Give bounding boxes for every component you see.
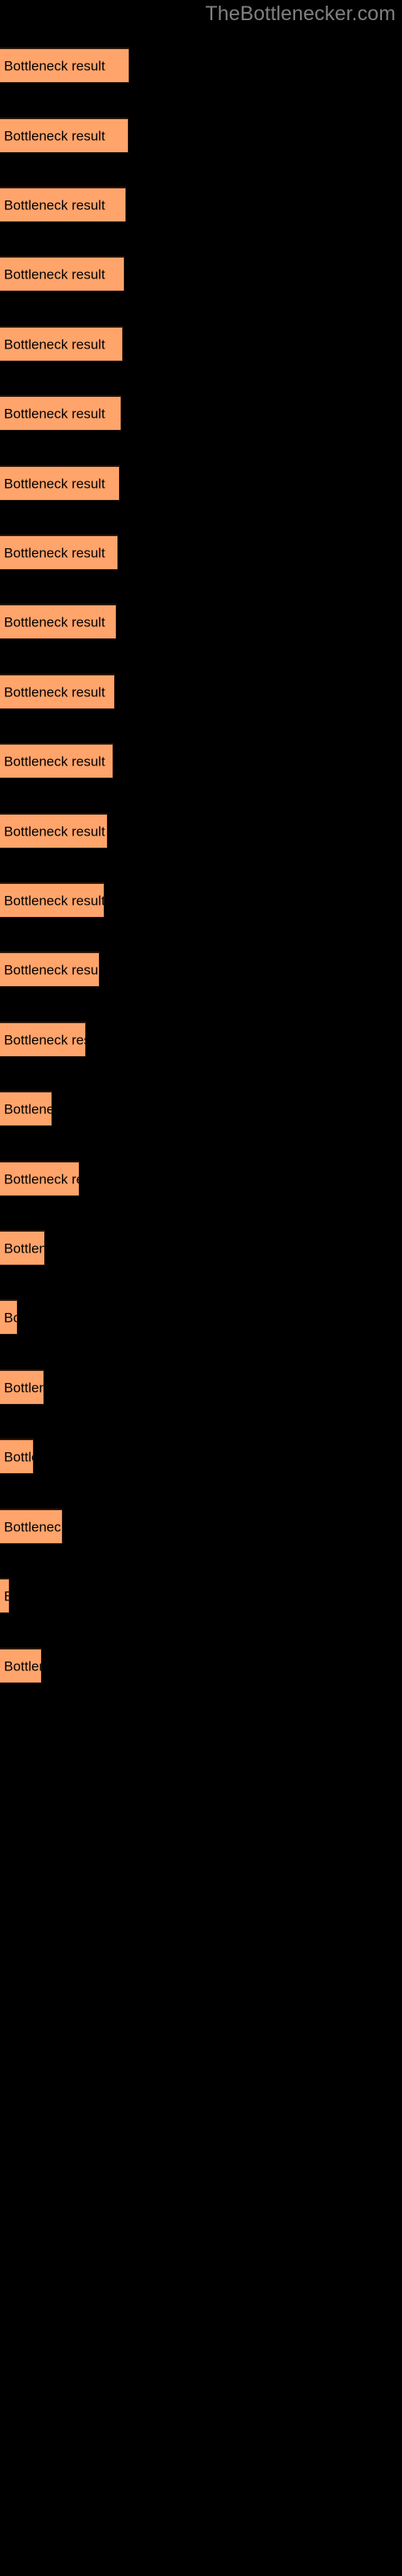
bar: Bottleneck result bbox=[0, 1439, 34, 1474]
bar-label: Bottleneck result bbox=[4, 336, 105, 352]
bar-label: Bottleneck result bbox=[4, 962, 100, 977]
bar: Bottleneck result bbox=[0, 1648, 42, 1683]
bar: Bottleneck result bbox=[0, 1022, 86, 1057]
bar-label: Bottleneck result bbox=[4, 197, 105, 213]
bar-label: Bottleneck result bbox=[4, 1241, 44, 1256]
bar: Bottleneck result bbox=[0, 326, 123, 361]
bar-label: Bottleneck result bbox=[4, 1310, 17, 1325]
bar: Bottleneck result bbox=[0, 1161, 80, 1196]
bar-label: Bottleneck result bbox=[4, 1449, 33, 1464]
bar-label: Bottleneck result bbox=[4, 545, 105, 560]
bar-label: Bottleneck result bbox=[4, 128, 105, 143]
bar: Bottleneck result bbox=[0, 1230, 45, 1265]
bar-label: Bottleneck result bbox=[4, 266, 105, 282]
bar: Bottleneck result bbox=[0, 256, 125, 291]
bar-label: Bottleneck result bbox=[4, 58, 105, 73]
bar-label: Bottleneck result bbox=[4, 1658, 41, 1674]
bar: Bottleneck result bbox=[0, 465, 120, 501]
bar: Bottleneck result bbox=[0, 882, 105, 918]
bar-label: Bottleneck result bbox=[4, 753, 105, 769]
bar: Bottleneck result bbox=[0, 47, 129, 83]
bottleneck-chart: TheBottlenecker.com Bottleneck result Bot… bbox=[0, 0, 402, 2576]
bar-label: Bottleneck result bbox=[4, 1519, 63, 1534]
bar: Bottleneck result bbox=[0, 1369, 44, 1405]
bar-label: Bottleneck result bbox=[4, 1171, 79, 1187]
bar: Bottleneck result bbox=[0, 118, 129, 153]
bar-label: Bottleneck result bbox=[4, 406, 105, 421]
bar: Bottleneck result bbox=[0, 187, 126, 222]
bar: Bottleneck result bbox=[0, 1509, 63, 1544]
bar: Bottleneck result bbox=[0, 743, 113, 778]
bar-label: Bottleneck result bbox=[4, 684, 105, 700]
bar: Bottleneck result bbox=[0, 604, 117, 639]
bar-label: Bottleneck result bbox=[4, 893, 105, 908]
plot-area: Bottleneck result Bottleneck result Bottle… bbox=[0, 0, 402, 2576]
bar-label: Bottleneck result bbox=[4, 476, 105, 491]
bar-label: Bottleneck result bbox=[4, 1101, 51, 1117]
bar-label: Bottleneck result bbox=[4, 1589, 9, 1603]
bar: Bottleneck result bbox=[0, 952, 100, 987]
bar-label: Bottleneck result bbox=[4, 824, 105, 839]
bar: Bottleneck result bbox=[0, 535, 118, 570]
bar-label: Bottleneck result bbox=[4, 614, 105, 630]
bar: Bottleneck result bbox=[0, 813, 108, 848]
bar-label: Bottleneck result bbox=[4, 1032, 85, 1047]
bar: Bottleneck result bbox=[0, 674, 115, 709]
bar-label: Bottleneck result bbox=[4, 1380, 43, 1395]
bar: Bottleneck result bbox=[0, 1578, 10, 1613]
bar: Bottleneck result bbox=[0, 1299, 18, 1335]
bar: Bottleneck result bbox=[0, 1091, 52, 1126]
bar: Bottleneck result bbox=[0, 395, 121, 431]
